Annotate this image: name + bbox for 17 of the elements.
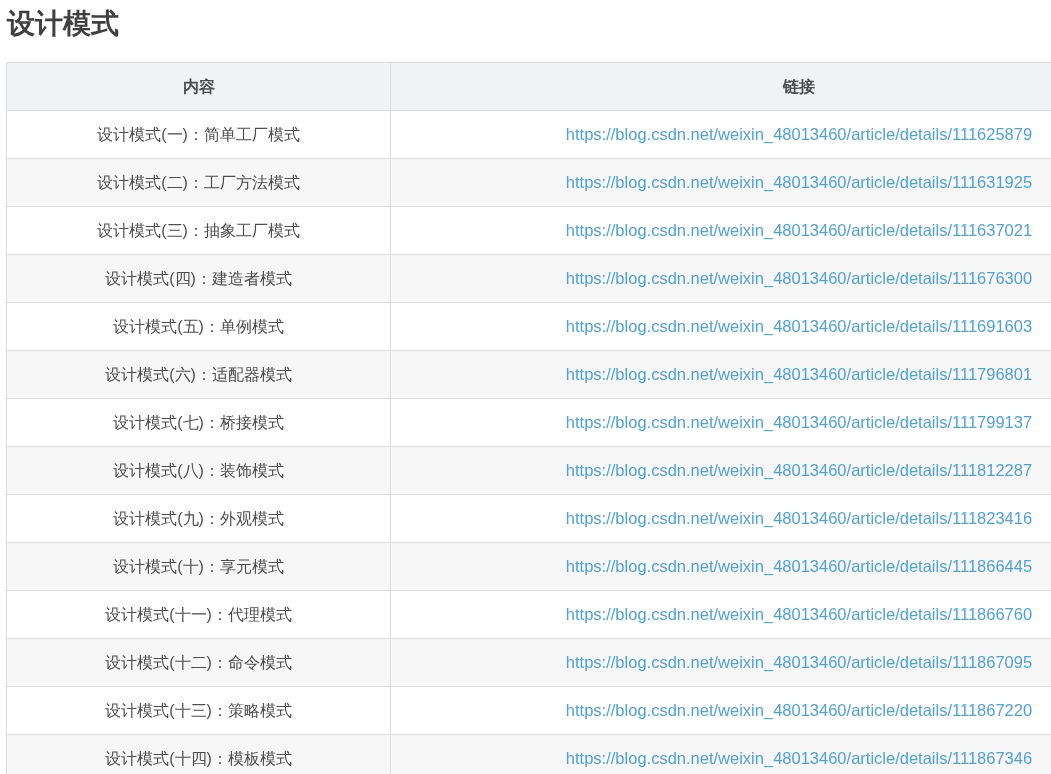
- table-cell: 设计模式(十)：享元模式: [6, 542, 391, 591]
- table-cell: 设计模式(十二)：命令模式: [6, 638, 391, 687]
- table-cell: 设计模式(九)：外观模式: [6, 494, 391, 543]
- table-cell: 设计模式(四)：建造者模式: [6, 254, 391, 303]
- table-cell: 设计模式(六)：适配器模式: [6, 350, 391, 399]
- table-cell: 设计模式(十三)：策略模式: [6, 686, 391, 735]
- table-cell: 设计模式(十一)：代理模式: [6, 590, 391, 639]
- table-cell: 设计模式(八)：装饰模式: [6, 446, 391, 495]
- table-cell: 设计模式(一)：简单工厂模式: [6, 110, 391, 159]
- column-header: 内容: [6, 62, 391, 111]
- table-cell: 设计模式(二)：工厂方法模式: [6, 158, 391, 207]
- table-cell: 设计模式(三)：抽象工厂模式: [6, 206, 391, 255]
- table-cell: 设计模式(五)：单例模式: [6, 302, 391, 351]
- column-header: 链接: [390, 62, 1051, 111]
- table-cell: 设计模式(十四)：模板模式: [6, 734, 391, 774]
- page-title: 设计模式: [5, 7, 120, 41]
- table-cell: 设计模式(七)：桥接模式: [6, 398, 391, 447]
